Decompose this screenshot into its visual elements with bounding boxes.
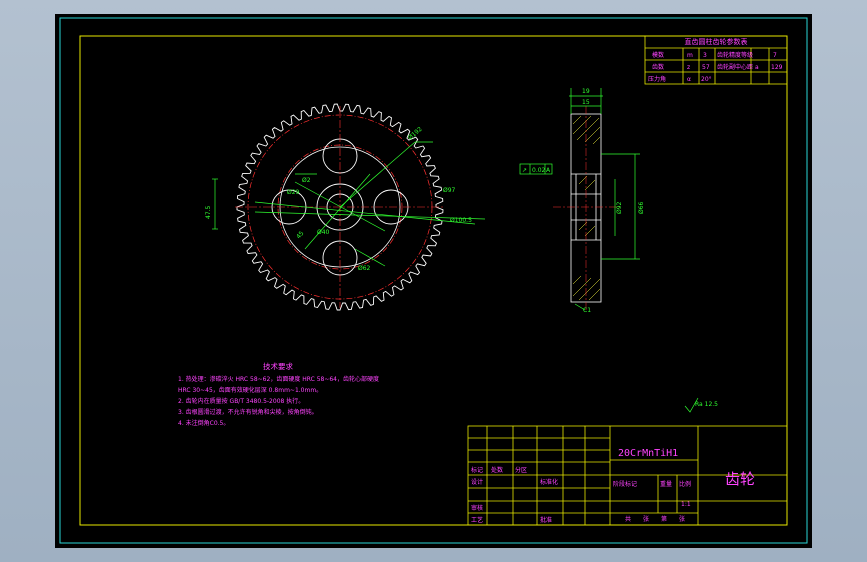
- tb-design: 设计: [471, 478, 483, 486]
- tech-notes-title: 技术要求: [263, 361, 293, 371]
- tb-check: 审核: [471, 504, 483, 512]
- tb-scale: 比例: [679, 480, 691, 488]
- param-accuracy-label: 齿轮精度等级: [717, 51, 753, 59]
- tech-note-line: 2. 齿轮内在质量按 GB/T 3480.5-2008 执行。: [178, 397, 304, 405]
- param-pressure-value: 20°: [701, 76, 712, 83]
- dim-hub-dia: Ø92: [616, 201, 623, 214]
- tb-approve: 批准: [540, 516, 552, 524]
- dim-hole-circle: Ø62: [358, 265, 371, 272]
- tb-standardize: 标准化: [540, 478, 558, 486]
- param-center-value: 129: [771, 64, 783, 71]
- param-center-symbol: a: [755, 64, 759, 71]
- param-module-symbol: m: [687, 52, 693, 59]
- drawing-sheet: 直齿圆柱齿轮参数表 模数 m 3 齿轮精度等级 7 齿数 z 57 齿轮副中心距…: [55, 14, 812, 548]
- tb-stage-mark: 阶段标记: [613, 480, 637, 488]
- tb-row-zone: 分区: [515, 466, 527, 474]
- tb-row-count: 处数: [491, 466, 503, 474]
- gear-table-title: 直齿圆柱齿轮参数表: [685, 37, 748, 46]
- tb-sheets-unit: 张: [643, 515, 649, 523]
- front-dimension-lines: [212, 141, 486, 267]
- drawing-canvas: 直齿圆柱齿轮参数表 模数 m 3 齿轮精度等级 7 齿数 z 57 齿轮副中心距…: [59, 17, 808, 544]
- tol-value: 0.02: [532, 167, 546, 174]
- param-center-label: 齿轮副中心距: [717, 63, 753, 71]
- param-accuracy-value: 7: [773, 52, 777, 59]
- param-teeth-value: 57: [702, 64, 710, 71]
- dim-outer-diameter: Ø192: [407, 126, 424, 142]
- param-pressure-label: 压力角: [648, 75, 666, 83]
- dim-width: 19: [582, 88, 590, 95]
- tb-material: 20CrMnTiH1: [618, 448, 678, 459]
- outer-sheet-border: [59, 17, 808, 544]
- dim-fillet: Ø2: [302, 177, 311, 184]
- dim-hub: Ø40: [317, 229, 330, 236]
- tech-note-line: HRC 30~45，齿面有效硬化层深 0.8mm~1.0mm。: [178, 386, 322, 394]
- tech-note-line: 3. 齿根圆滑过渡，不允许有锐角和尖棱，按角倒钝。: [178, 408, 318, 416]
- dim-face: 15: [582, 99, 590, 106]
- tb-weight: 重量: [660, 480, 672, 488]
- dim-keyway: 47.5: [205, 205, 212, 219]
- param-pressure-symbol: α: [687, 76, 691, 83]
- tb-sheets-total: 共: [625, 515, 631, 523]
- param-module-value: 3: [703, 52, 707, 59]
- roughness-symbol: Ra 12.5: [695, 401, 718, 408]
- param-teeth-symbol: z: [687, 64, 690, 71]
- tech-note-line: 1. 热处理：渗碳淬火 HRC 58~62，齿面硬度 HRC 58~64，齿轮心…: [178, 375, 379, 383]
- dim-hole: Ø29: [287, 189, 300, 196]
- tb-part-name: 齿轮: [725, 470, 755, 488]
- tol-datum: A: [546, 167, 551, 174]
- dim-web-dia: Ø66: [638, 201, 645, 214]
- param-module-label: 模数: [652, 51, 664, 59]
- cad-viewport[interactable]: 直齿圆柱齿轮参数表 模数 m 3 齿轮精度等级 7 齿数 z 57 齿轮副中心距…: [0, 0, 867, 562]
- param-teeth-label: 齿数: [652, 63, 664, 71]
- dim-chamfer: C1: [583, 307, 591, 314]
- tb-sheet-unit: 张: [679, 515, 685, 523]
- dim-root: Ø100.5: [450, 217, 472, 224]
- tb-row-mark: 标记: [471, 466, 483, 474]
- inner-frame: [79, 35, 788, 526]
- tb-process: 工艺: [471, 516, 483, 524]
- dim-pitch: Ø97: [443, 187, 456, 194]
- dim-angle: 45: [295, 230, 305, 240]
- gear-front-view: Ø192 Ø97 Ø100.5 Ø62 45 Ø40 47.5 Ø2 Ø29: [205, 103, 486, 311]
- tb-scale-value: 1:1: [681, 501, 691, 508]
- gear-side-section: 19 15 Ø92 Ø66 C1 ↗ 0.02 A Ra 12.5: [519, 88, 718, 413]
- tol-symbol: ↗: [522, 167, 527, 174]
- tb-sheet-no: 第: [661, 515, 667, 523]
- tech-note-line: 4. 未注倒角C0.5。: [178, 419, 229, 427]
- technical-requirements: 技术要求 1. 热处理：渗碳淬火 HRC 58~62，齿面硬度 HRC 58~6…: [178, 361, 379, 427]
